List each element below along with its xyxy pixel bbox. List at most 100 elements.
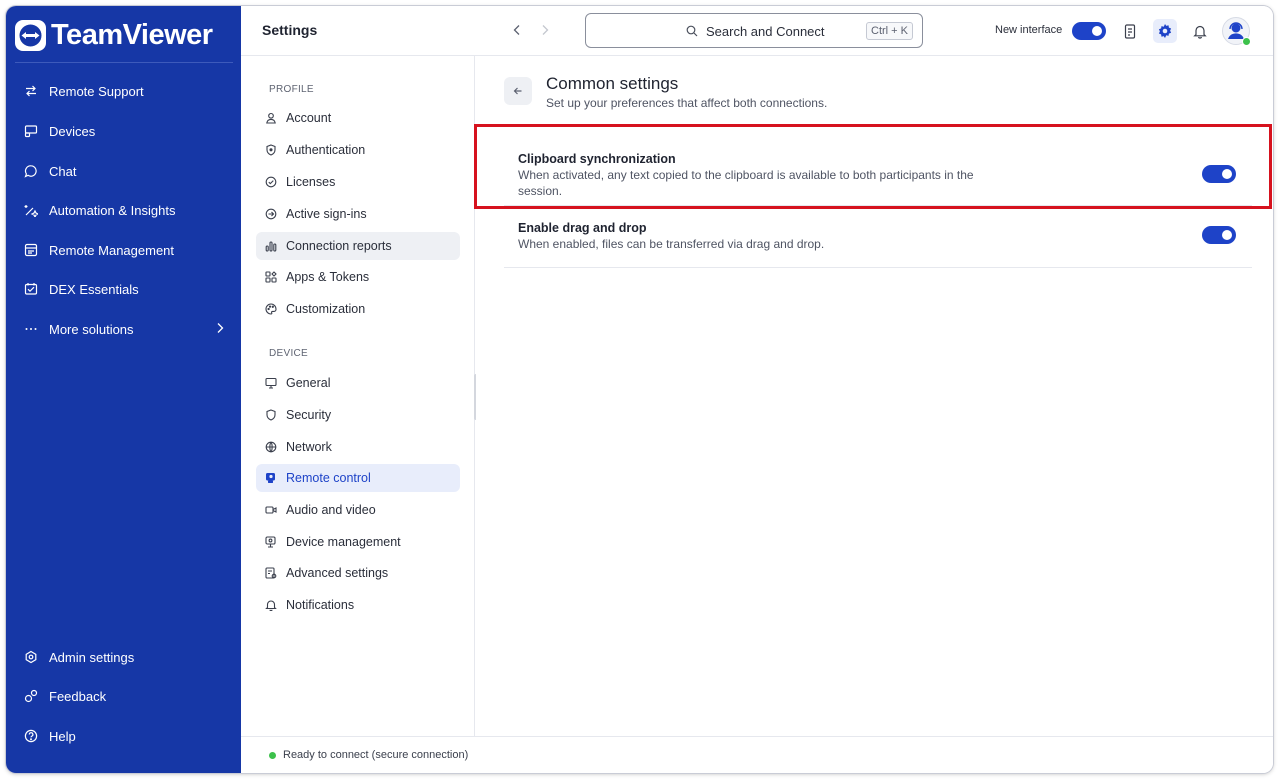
submenu-item-security[interactable]: Security xyxy=(256,401,460,429)
nav-item-help[interactable]: Help xyxy=(6,719,241,753)
nav-item-remote-support[interactable]: Remote Support xyxy=(6,74,241,108)
nav-item-admin-settings[interactable]: Admin settings xyxy=(6,640,241,674)
setting-row-enable-drag-and-drop: Enable drag and drop When enabled, files… xyxy=(504,206,1252,268)
submenu-item-label: Device management xyxy=(286,535,401,549)
bell-icon xyxy=(264,598,278,612)
admin-gear-icon xyxy=(23,649,39,665)
arrow-left-icon xyxy=(513,87,522,95)
settings-submenu: PROFILE Account Authentication Licenses … xyxy=(241,56,475,736)
submenu-item-label: Network xyxy=(286,440,332,454)
automation-icon xyxy=(23,202,39,218)
devices-icon xyxy=(23,123,39,139)
online-status-dot xyxy=(1242,37,1251,46)
submenu-item-remote-control[interactable]: Remote control xyxy=(256,464,460,492)
submenu-item-label: Customization xyxy=(286,302,366,316)
new-interface-label: New interface xyxy=(995,24,1063,36)
notifications-button[interactable] xyxy=(1188,19,1212,43)
status-bar: Ready to connect (secure connection) xyxy=(241,736,1273,773)
nav-item-more-solutions[interactable]: More solutions xyxy=(6,312,241,346)
search-and-connect-input[interactable]: Search and Connect Ctrl + K xyxy=(585,13,923,48)
chevron-right-icon xyxy=(216,322,224,337)
advanced-settings-icon xyxy=(264,566,278,580)
submenu-item-label: Connection reports xyxy=(286,239,392,253)
brand-name: TeamViewer xyxy=(51,18,213,51)
drag-and-drop-toggle[interactable] xyxy=(1202,226,1236,244)
submenu-item-notifications[interactable]: Notifications xyxy=(256,591,460,619)
submenu-item-authentication[interactable]: Authentication xyxy=(256,136,460,164)
top-bar: Settings Search and Connect Ctrl + K New… xyxy=(241,6,1273,56)
submenu-item-account[interactable]: Account xyxy=(256,104,460,132)
nav-item-label: Remote Management xyxy=(49,242,175,258)
settings-button[interactable] xyxy=(1153,19,1177,43)
nav-item-label: Help xyxy=(49,728,76,744)
toggle-knob xyxy=(1222,230,1232,240)
device-management-icon xyxy=(264,535,278,549)
submenu-item-label: Audio and video xyxy=(286,503,376,517)
device-section-label: DEVICE xyxy=(269,348,309,359)
submenu-item-active-sign-ins[interactable]: Active sign-ins xyxy=(256,200,460,228)
device-list-button[interactable] xyxy=(1118,19,1142,43)
teamviewer-logo-icon xyxy=(15,19,46,51)
submenu-item-label: Apps & Tokens xyxy=(286,270,370,284)
nav-item-label: DEX Essentials xyxy=(49,281,139,297)
nav-item-remote-management[interactable]: Remote Management xyxy=(6,233,241,267)
nav-item-chat[interactable]: Chat xyxy=(6,154,241,188)
submenu-item-label: Active sign-ins xyxy=(286,207,367,221)
brand: TeamViewer xyxy=(15,18,213,52)
teamviewer-window: TeamViewer Remote Support Devices Chat A… xyxy=(6,6,1273,773)
connection-status-text: Ready to connect (secure connection) xyxy=(283,749,469,761)
back-navigation-button[interactable] xyxy=(507,20,527,40)
nav-item-label: More solutions xyxy=(49,321,134,337)
video-icon xyxy=(264,503,278,517)
submenu-item-label: Remote control xyxy=(286,471,371,485)
nav-item-dex-essentials[interactable]: DEX Essentials xyxy=(6,272,241,306)
highlight-box xyxy=(474,124,1272,209)
shield-icon xyxy=(264,143,278,157)
submenu-item-label: Account xyxy=(286,111,332,125)
more-dots-icon xyxy=(23,321,39,337)
connection-status-dot xyxy=(269,752,276,759)
gear-icon xyxy=(1158,24,1172,38)
chevron-left-icon xyxy=(513,25,520,35)
toggle-knob xyxy=(1092,26,1102,36)
search-shortcut-badge: Ctrl + K xyxy=(866,22,913,40)
nav-item-automation-insights[interactable]: Automation & Insights xyxy=(6,193,241,227)
page-title: Common settings xyxy=(546,74,679,93)
submenu-item-apps-tokens[interactable]: Apps & Tokens xyxy=(256,263,460,291)
forward-navigation-button[interactable] xyxy=(535,20,555,40)
submenu-item-connection-reports[interactable]: Connection reports xyxy=(256,232,460,260)
setting-title: Enable drag and drop xyxy=(518,221,647,235)
submenu-item-customization[interactable]: Customization xyxy=(256,295,460,323)
sign-in-icon xyxy=(264,207,278,221)
user-avatar[interactable] xyxy=(1222,17,1251,46)
submenu-item-advanced-settings[interactable]: Advanced settings xyxy=(256,559,460,587)
dex-icon xyxy=(23,281,39,297)
nav-item-devices[interactable]: Devices xyxy=(6,114,241,148)
chevron-right-icon xyxy=(542,25,549,35)
nav-item-feedback[interactable]: Feedback xyxy=(6,679,241,713)
back-button[interactable] xyxy=(504,77,532,105)
shield-icon xyxy=(264,408,278,422)
submenu-item-label: Advanced settings xyxy=(286,566,389,580)
main-navigation: TeamViewer Remote Support Devices Chat A… xyxy=(6,6,241,773)
nav-item-label: Chat xyxy=(49,163,77,179)
account-icon xyxy=(264,111,278,125)
submenu-item-audio-and-video[interactable]: Audio and video xyxy=(256,496,460,524)
remote-control-icon xyxy=(264,471,278,485)
bar-chart-icon xyxy=(264,239,278,253)
search-label: Search and Connect xyxy=(706,24,825,39)
submenu-item-label: Notifications xyxy=(286,598,355,612)
new-interface-toggle[interactable] xyxy=(1072,22,1106,40)
submenu-item-network[interactable]: Network xyxy=(256,433,460,461)
submenu-item-general[interactable]: General xyxy=(256,369,460,397)
brand-divider xyxy=(15,62,233,63)
submenu-item-label: General xyxy=(286,376,331,390)
search-icon xyxy=(686,24,698,42)
feedback-icon xyxy=(23,688,39,704)
profile-section-label: PROFILE xyxy=(269,84,314,95)
help-icon xyxy=(23,728,39,744)
submenu-item-licenses[interactable]: Licenses xyxy=(256,168,460,196)
submenu-item-label: Authentication xyxy=(286,143,366,157)
submenu-item-label: Licenses xyxy=(286,175,336,189)
submenu-item-device-management[interactable]: Device management xyxy=(256,528,460,556)
